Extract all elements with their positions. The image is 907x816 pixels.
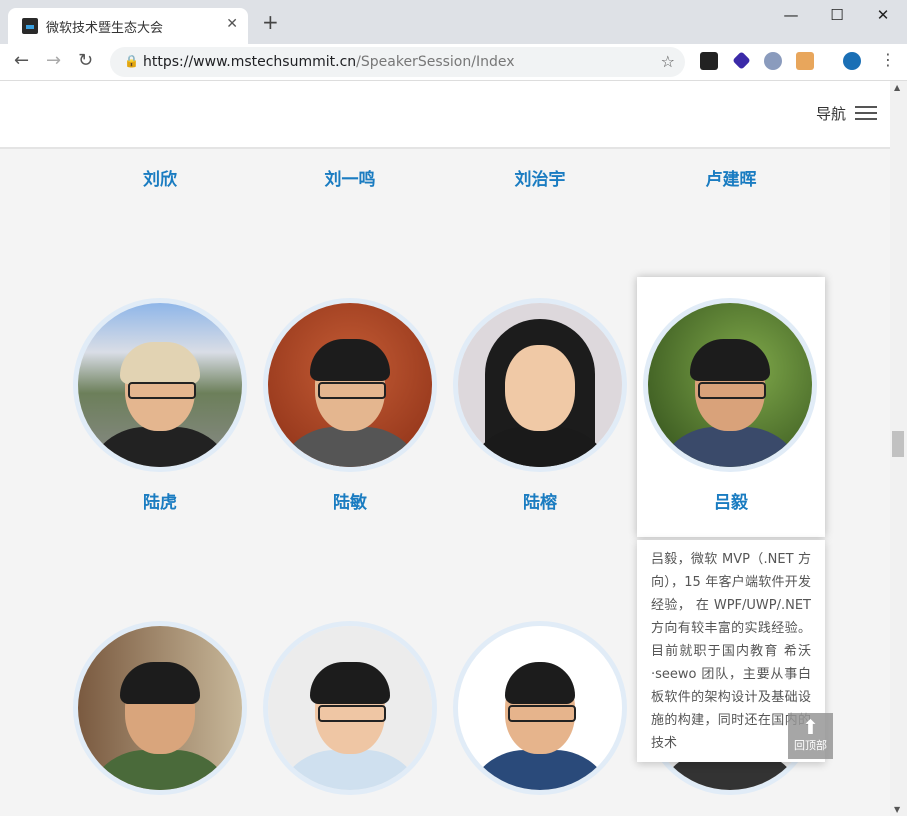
page-viewport: 导航 刘欣 刘一鸣 刘治宇 卢建晖 陆虎 陆敏 陆榕 吕毅 吕毅，微软 MVP（… bbox=[0, 81, 890, 816]
speaker-name[interactable]: 陆虎 bbox=[85, 488, 235, 513]
url-domain: https://www.mstechsummit.cn bbox=[143, 54, 357, 70]
bookmark-star-icon[interactable]: ☆ bbox=[661, 52, 675, 71]
url-text[interactable]: https://www.mstechsummit.cn/SpeakerSessi… bbox=[143, 54, 515, 70]
scroll-down-arrow-icon[interactable]: ▼ bbox=[894, 805, 900, 814]
tab-close-icon[interactable]: ✕ bbox=[226, 16, 238, 32]
reload-icon[interactable]: ↻ bbox=[78, 50, 93, 71]
maximize-button[interactable]: ☐ bbox=[822, 6, 852, 26]
qr-code-extension-icon[interactable] bbox=[700, 52, 718, 70]
speaker-name[interactable]: 陆敏 bbox=[275, 488, 425, 513]
browser-toolbar: ← → ↻ 🔒 https://www.mstechsummit.cn/Spea… bbox=[0, 44, 907, 81]
speaker-name[interactable]: 陆榕 bbox=[465, 488, 615, 513]
minimize-button[interactable]: — bbox=[776, 6, 806, 26]
url-path: /SpeakerSession/Index bbox=[356, 54, 515, 70]
title-bar: 微软技术暨生态大会 ✕ + — ☐ ✕ bbox=[0, 0, 907, 44]
speaker-photo-7[interactable] bbox=[453, 621, 627, 795]
forward-arrow-icon[interactable]: → bbox=[46, 50, 61, 71]
speaker-photo-4[interactable] bbox=[643, 298, 817, 472]
menu-dots-icon[interactable]: ⋮ bbox=[880, 50, 896, 69]
speaker-photo-1[interactable] bbox=[73, 298, 247, 472]
speaker-name[interactable]: 刘欣 bbox=[85, 165, 235, 190]
back-to-top-label: 回顶部 bbox=[794, 739, 827, 752]
tab-title: 微软技术暨生态大会 bbox=[46, 21, 164, 36]
windows-profile-icon[interactable] bbox=[843, 52, 861, 70]
nav-label[interactable]: 导航 bbox=[816, 103, 846, 124]
speaker-name[interactable]: 卢建晖 bbox=[656, 165, 806, 190]
vertical-scrollbar[interactable]: ▲ ▼ bbox=[890, 81, 907, 816]
up-arrow-icon: ⬆ bbox=[802, 715, 819, 739]
speaker-photo-6[interactable] bbox=[263, 621, 437, 795]
speaker-photo-3[interactable] bbox=[453, 298, 627, 472]
nav-menu-icon[interactable] bbox=[855, 106, 877, 120]
site-favicon-icon bbox=[22, 18, 38, 34]
speaker-photo-2[interactable] bbox=[263, 298, 437, 472]
circle-extension-icon[interactable] bbox=[764, 52, 782, 70]
speaker-name[interactable]: 吕毅 bbox=[656, 488, 806, 513]
back-to-top-button[interactable]: ⬆ 回顶部 bbox=[788, 713, 833, 759]
speaker-photo-5[interactable] bbox=[73, 621, 247, 795]
layers-extension-icon[interactable] bbox=[732, 51, 751, 70]
face-extension-icon[interactable] bbox=[796, 52, 814, 70]
new-tab-button[interactable]: + bbox=[262, 12, 279, 32]
scroll-up-arrow-icon[interactable]: ▲ bbox=[894, 83, 900, 92]
browser-tab[interactable]: 微软技术暨生态大会 ✕ bbox=[8, 8, 248, 44]
close-window-button[interactable]: ✕ bbox=[868, 6, 898, 26]
lock-icon: 🔒 bbox=[124, 54, 139, 68]
back-arrow-icon[interactable]: ← bbox=[14, 50, 29, 71]
speaker-name[interactable]: 刘一鸣 bbox=[275, 165, 425, 190]
site-header: 导航 bbox=[0, 81, 890, 149]
address-bar[interactable]: 🔒 https://www.mstechsummit.cn/SpeakerSes… bbox=[110, 47, 685, 77]
scrollbar-thumb[interactable] bbox=[892, 431, 904, 457]
speaker-name[interactable]: 刘治宇 bbox=[465, 165, 615, 190]
